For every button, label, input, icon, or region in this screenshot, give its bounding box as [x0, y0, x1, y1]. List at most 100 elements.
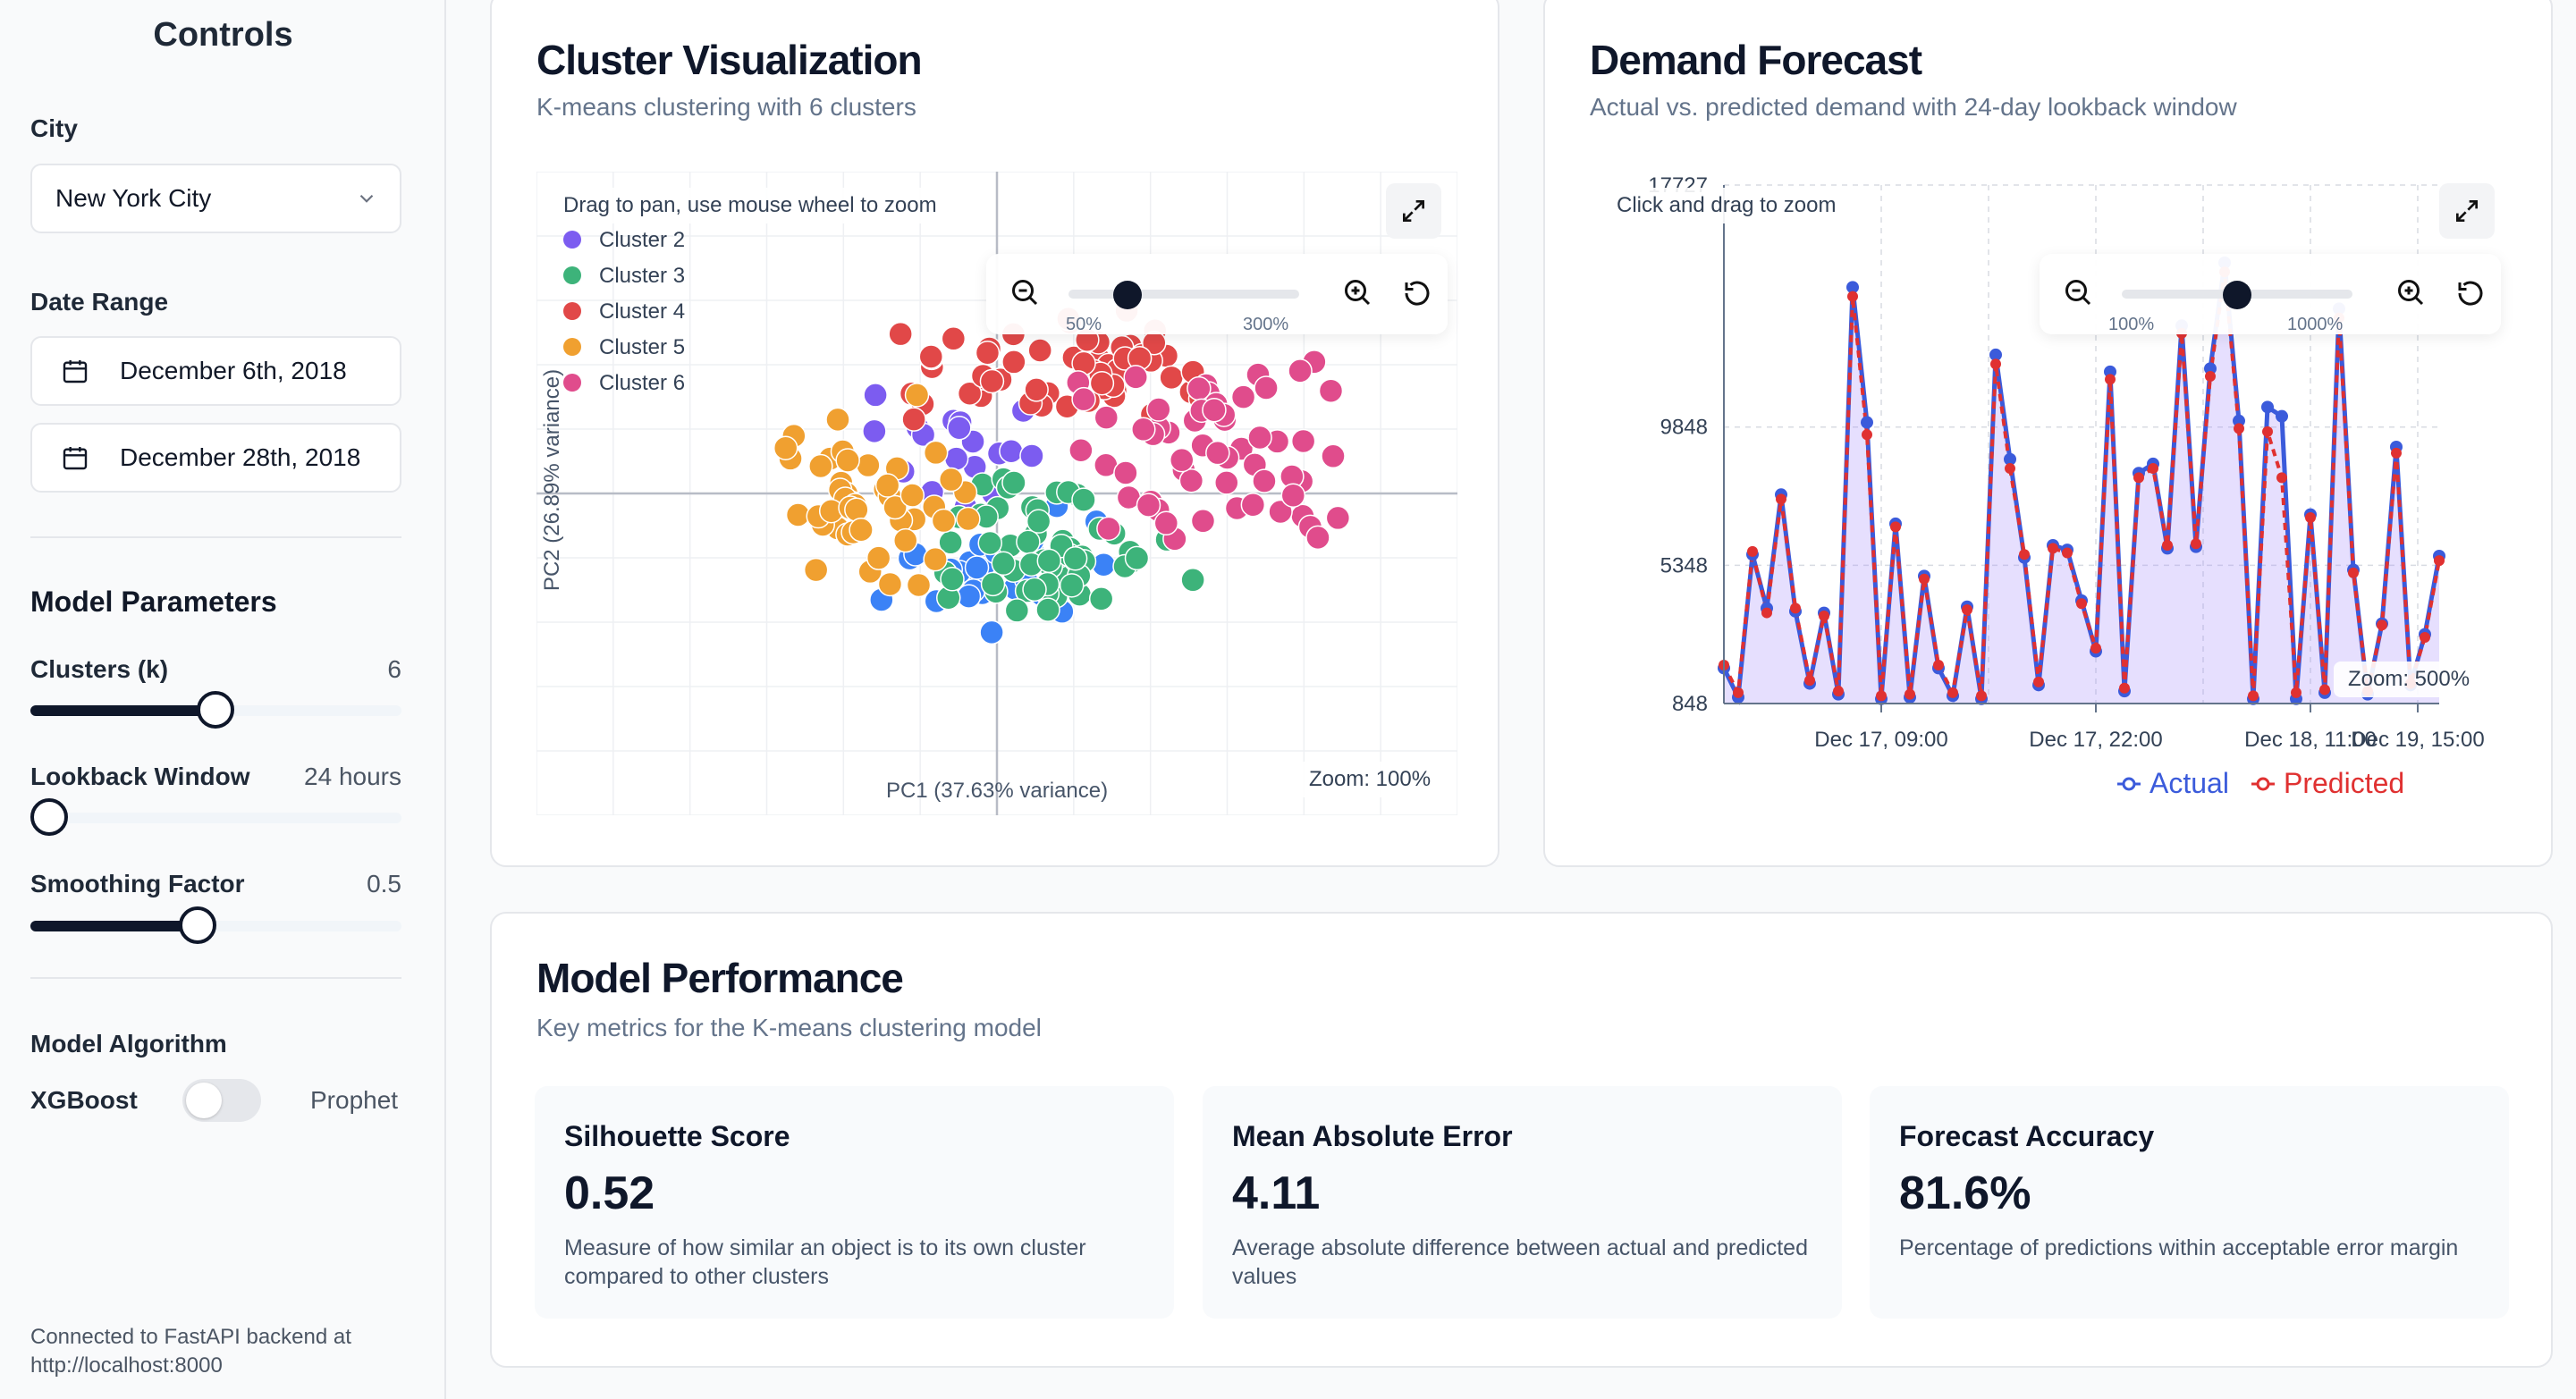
sidebar-title: Controls [153, 16, 293, 54]
end-date-value: December 28th, 2018 [120, 443, 361, 471]
predicted-point [1747, 545, 1758, 557]
predicted-point [2005, 463, 2015, 475]
scatter-point [1026, 509, 1052, 534]
forecast-card-title: Demand Forecast [1590, 37, 1922, 83]
end-date-picker[interactable]: December 28th, 2018 [30, 423, 401, 493]
predicted-point [1947, 687, 1958, 698]
fullscreen-button[interactable] [2439, 183, 2495, 239]
algo-xgboost-label: XGBoost [30, 1086, 138, 1114]
reset-icon[interactable] [1401, 277, 1433, 309]
zoom-control [986, 254, 1448, 334]
reset-icon[interactable] [2454, 277, 2487, 309]
legend-label: Cluster 2 [599, 228, 685, 252]
algorithm-toggle[interactable] [182, 1079, 261, 1122]
scatter-point [1290, 428, 1316, 454]
start-date-picker[interactable]: December 6th, 2018 [30, 336, 401, 406]
x-tick-label: Dec 17, 09:00 [1814, 728, 1947, 752]
scatter-point [1089, 370, 1115, 396]
legend-label: Cluster 3 [599, 264, 685, 288]
legend-label[interactable]: Actual [2149, 767, 2229, 799]
scatter-point [1325, 505, 1351, 531]
performance-card-subtitle: Key metrics for the K-means clustering m… [536, 1014, 1042, 1041]
calendar-icon [63, 447, 88, 470]
sidebar-divider [30, 536, 401, 538]
predicted-point [2348, 567, 2359, 578]
scatter-point [975, 340, 1001, 366]
scatter-point [1071, 386, 1096, 412]
actual-point [2261, 400, 2274, 414]
scatter-point [979, 619, 1004, 645]
clusters-slider[interactable] [30, 691, 401, 729]
city-select[interactable]: New York City [30, 164, 401, 233]
legend-marker [2256, 777, 2270, 791]
date-range-label: Date Range [30, 288, 169, 316]
actual-point [2276, 409, 2288, 423]
predicted-point [1790, 603, 1801, 614]
metric-description: Measure of how similar an object is to i… [564, 1235, 1086, 1289]
metric-title: Forecast Accuracy [1899, 1120, 2155, 1152]
scatter-point [1202, 397, 1227, 423]
zoom-out-icon[interactable] [2063, 277, 2095, 309]
scatter-point [1146, 397, 1171, 422]
expand-icon [1403, 200, 1424, 222]
scatter-point [808, 453, 833, 479]
zoom-in-icon[interactable] [1342, 277, 1374, 309]
zoom-in-icon[interactable] [2395, 277, 2428, 309]
city-label: City [30, 114, 78, 142]
zoom-slider-thumb[interactable] [1113, 281, 1142, 309]
y-axis-label: PC2 (26.89% variance) [540, 369, 564, 591]
zoom-slider-thumb[interactable] [2223, 281, 2251, 309]
scatter-point [1288, 358, 1313, 383]
fullscreen-button[interactable] [1386, 183, 1441, 239]
legend-swatch [563, 302, 581, 320]
forecast-card-subtitle: Actual vs. predicted demand with 24-day … [1590, 93, 2237, 121]
scatter-point [1214, 470, 1239, 495]
predicted-point [1804, 675, 1815, 687]
lookback-slider[interactable] [30, 798, 401, 836]
chevron-down-icon [359, 194, 374, 203]
metric-value: 0.52 [564, 1167, 655, 1219]
metric-card: Forecast Accuracy 81.6% Percentage of pr… [1870, 1086, 2509, 1319]
zoom-slider[interactable] [1068, 290, 1299, 299]
algo-prophet-label: Prophet [310, 1086, 399, 1114]
scatter-point [866, 545, 891, 570]
clusters-value: 6 [387, 655, 401, 683]
legend-label[interactable]: Predicted [2284, 767, 2404, 799]
scatter-point [849, 517, 874, 543]
predicted-point [2191, 538, 2201, 550]
scatter-point [1131, 417, 1156, 442]
predicted-point [2291, 687, 2302, 698]
zoom-out-icon[interactable] [1009, 277, 1042, 309]
zoom-min-label: 100% [2108, 315, 2155, 334]
scatter-point [888, 321, 913, 347]
legend-swatch [563, 231, 581, 249]
smoothing-label: Smoothing Factor [30, 870, 245, 898]
pan-zoom-hint: Drag to pan, use mouse wheel to zoom [549, 188, 951, 223]
legend-swatch [563, 338, 581, 356]
predicted-point [2019, 549, 2030, 560]
predicted-point [2105, 374, 2116, 385]
zoom-max-label: 300% [1243, 315, 1289, 334]
predicted-point [1876, 690, 1887, 702]
scatter-point [1318, 378, 1344, 403]
predicted-point [2434, 555, 2445, 567]
scatter-point [1230, 384, 1256, 409]
smoothing-value: 0.5 [367, 870, 401, 898]
metric-title: Silhouette Score [564, 1120, 790, 1152]
scatter-point [1305, 525, 1330, 551]
scatter-point [947, 415, 972, 441]
scatter-point [999, 438, 1024, 464]
connection-note: Connected to FastAPI backend at http://l… [30, 1325, 351, 1378]
clusters-slider-thumb[interactable] [197, 691, 234, 729]
expand-icon [2456, 200, 2478, 222]
metric-description: Average absolute difference between actu… [1232, 1235, 1808, 1289]
predicted-point [1990, 358, 2001, 370]
smoothing-slider[interactable] [30, 906, 401, 944]
lookback-slider-thumb[interactable] [30, 798, 68, 836]
scatter-point [979, 368, 1005, 394]
scatter-point [938, 467, 964, 493]
predicted-point [1919, 573, 1930, 585]
scatter-point [835, 448, 860, 473]
controls-sidebar: Controls City New York City Date Range D… [0, 0, 446, 1399]
smoothing-slider-thumb[interactable] [179, 906, 216, 944]
